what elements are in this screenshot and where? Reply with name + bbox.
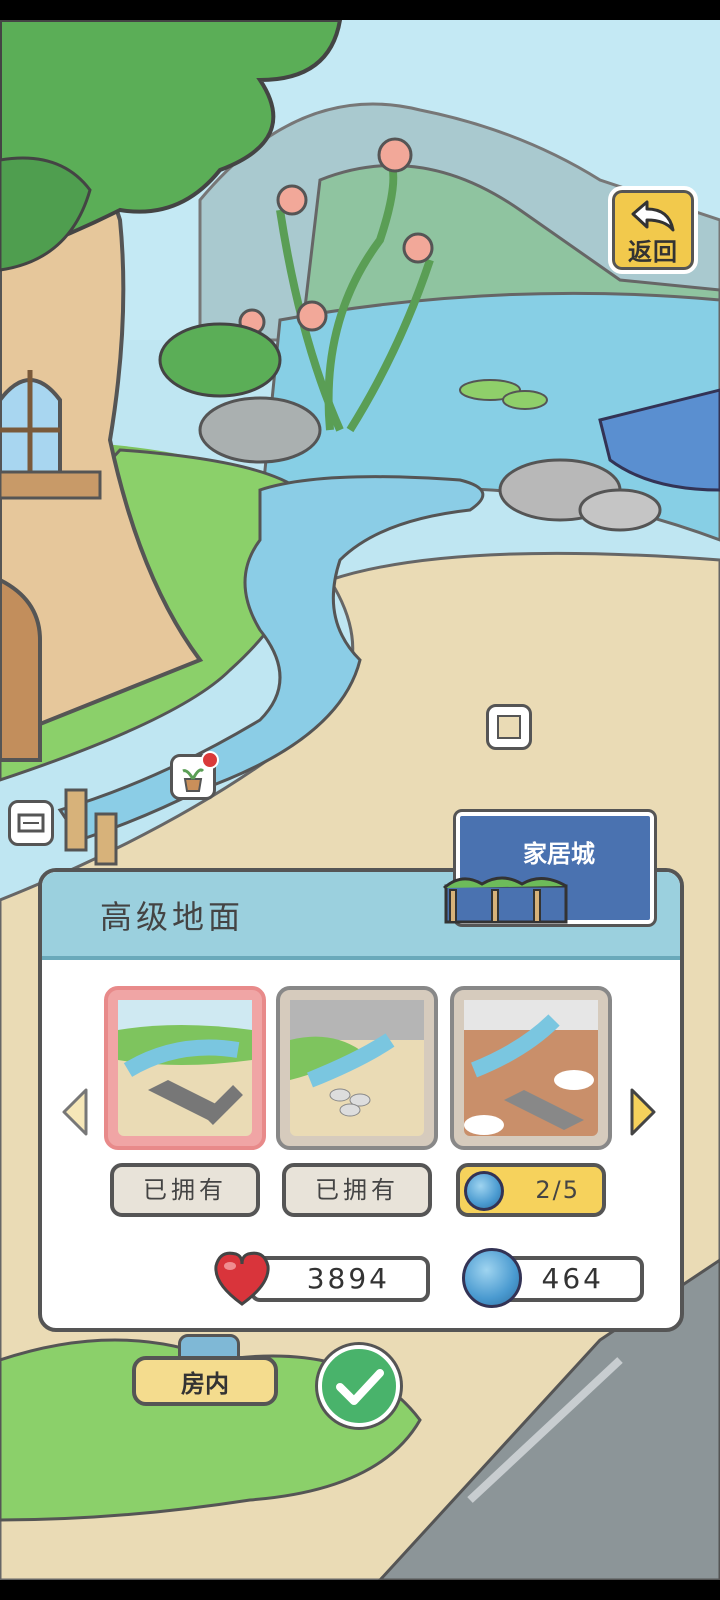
notification-dot bbox=[201, 751, 219, 769]
hearts-counter: 3894 bbox=[250, 1256, 430, 1302]
back-button[interactable]: 返回 bbox=[608, 186, 698, 274]
shop-label: 家居城 bbox=[523, 840, 595, 868]
shop-sign: 家居城 bbox=[443, 812, 656, 928]
room-button[interactable]: 房内 bbox=[132, 1334, 282, 1414]
buy-button-3[interactable]: 2/5 bbox=[456, 1163, 606, 1217]
panel-title: 高级地面 bbox=[100, 898, 245, 936]
plant-pot-icon[interactable] bbox=[170, 751, 219, 800]
floor-thumbnail bbox=[118, 1000, 252, 1136]
status-bar bbox=[0, 0, 720, 20]
floor-thumbnail bbox=[290, 1000, 424, 1136]
floor-thumbnail bbox=[464, 1000, 598, 1136]
floor-item-1[interactable] bbox=[104, 986, 266, 1150]
hearts-value: 3894 bbox=[306, 1262, 390, 1295]
checkmark-icon bbox=[336, 1369, 384, 1405]
navigation-bar bbox=[0, 1580, 720, 1600]
clover-coin-icon bbox=[464, 1171, 504, 1211]
clover-coin-icon bbox=[462, 1248, 522, 1308]
floor-item-2[interactable] bbox=[276, 986, 438, 1150]
price-text: 2/5 bbox=[535, 1176, 580, 1204]
back-label: 返回 bbox=[628, 238, 678, 266]
heart-icon bbox=[214, 1251, 270, 1306]
owned-button-1[interactable]: 已拥有 bbox=[110, 1163, 260, 1217]
right-arrow-icon[interactable] bbox=[628, 1086, 658, 1138]
left-arrow-icon[interactable] bbox=[60, 1086, 90, 1138]
confirm-button[interactable] bbox=[318, 1345, 400, 1427]
mailbox-icon[interactable] bbox=[8, 800, 54, 846]
coins-value: 464 bbox=[541, 1262, 604, 1295]
floor-item-3[interactable] bbox=[450, 986, 612, 1150]
awning-icon bbox=[443, 876, 568, 924]
owned-button-2[interactable]: 已拥有 bbox=[282, 1163, 432, 1217]
frame-icon[interactable] bbox=[486, 704, 532, 750]
room-label: 房内 bbox=[181, 1370, 229, 1398]
back-arrow-icon bbox=[631, 200, 675, 232]
